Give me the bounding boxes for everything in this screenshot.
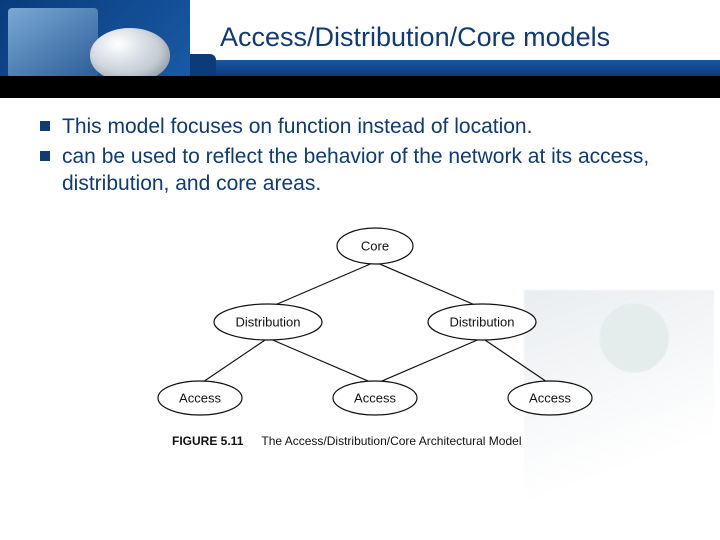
bullet-item: This model focuses on function instead o… bbox=[40, 114, 680, 140]
figure-caption-text: The Access/Distribution/Core Architectur… bbox=[261, 434, 521, 448]
slide-header: Access/Distribution/Core models bbox=[0, 0, 720, 98]
node-core-label: Core bbox=[361, 238, 389, 253]
node-access-left-label: Access bbox=[179, 390, 221, 405]
node-distribution-right-label: Distribution bbox=[449, 314, 514, 329]
node-access-mid-label: Access bbox=[354, 390, 396, 405]
bullet-text: This model focuses on function instead o… bbox=[62, 114, 532, 140]
bullet-text: can be used to reflect the behavior of t… bbox=[62, 144, 680, 197]
diagram-svg: Core Distribution Distribution Access Ac… bbox=[150, 216, 600, 456]
node-distribution-left-label: Distribution bbox=[235, 314, 300, 329]
content-area: This model focuses on function instead o… bbox=[40, 114, 680, 201]
bullet-square-icon bbox=[40, 121, 50, 131]
architecture-diagram: Core Distribution Distribution Access Ac… bbox=[150, 216, 600, 456]
header-blue-bar bbox=[190, 60, 720, 76]
figure-caption: FIGURE 5.11 The Access/Distribution/Core … bbox=[172, 434, 521, 448]
node-access-right-label: Access bbox=[529, 390, 571, 405]
figure-number: FIGURE 5.11 bbox=[172, 434, 243, 448]
bullet-square-icon bbox=[40, 151, 50, 161]
header-black-bar bbox=[0, 76, 720, 98]
slide-title: Access/Distribution/Core models bbox=[220, 22, 680, 53]
bullet-item: can be used to reflect the behavior of t… bbox=[40, 144, 680, 197]
